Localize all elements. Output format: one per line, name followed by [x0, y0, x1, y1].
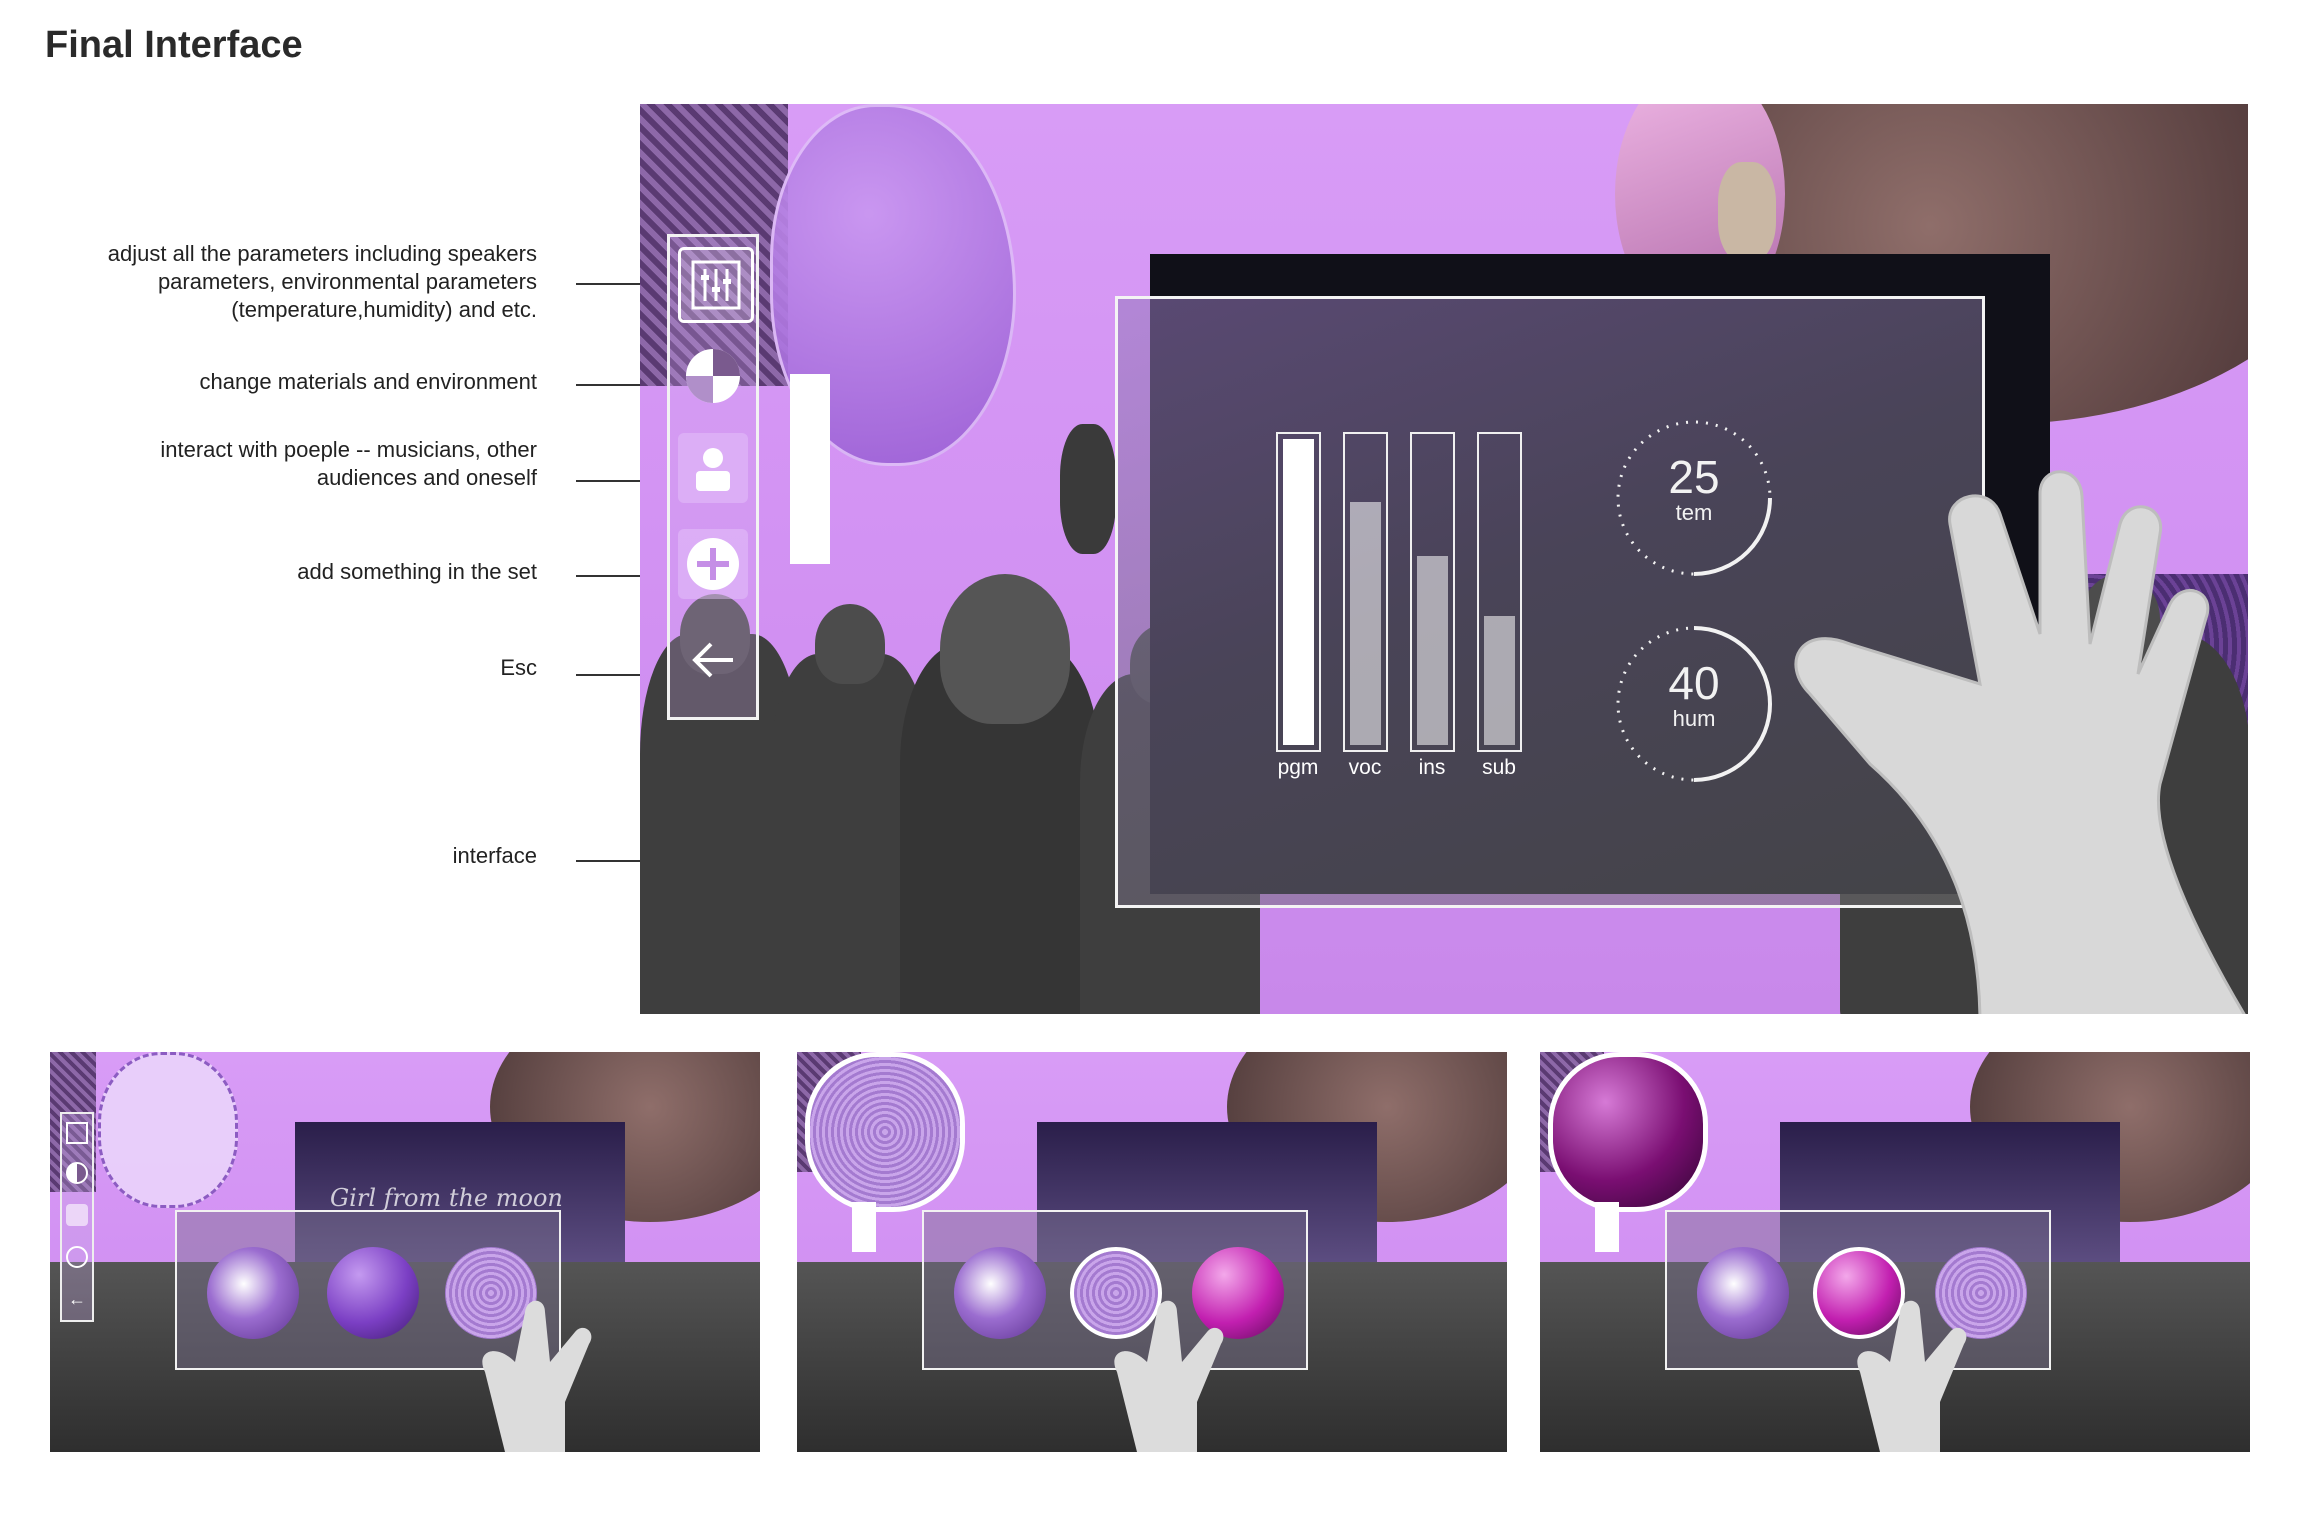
toolbar-mixer-button[interactable] [678, 247, 754, 323]
back-arrow-icon[interactable]: ← [66, 1288, 88, 1310]
annotation-people: interact with poeple -- musicians, other… [160, 437, 537, 490]
channel-slider-voc[interactable] [1343, 432, 1388, 752]
person-icon[interactable] [66, 1204, 88, 1226]
hand-graphic [1794, 470, 2246, 1014]
channel-label: ins [1418, 756, 1446, 779]
screen-caption: Girl from the moon [330, 1184, 563, 1212]
page-title: Final Interface [45, 24, 303, 66]
light-pillar [852, 1202, 876, 1252]
light-pillar [1595, 1202, 1619, 1252]
material-icon [686, 349, 740, 403]
vr-scene-main: pgm voc ins sub 25 tem 40 hum [640, 104, 2248, 1014]
channel-label: pgm [1277, 756, 1319, 779]
person-icon [696, 448, 730, 491]
material-option-marble[interactable] [954, 1247, 1046, 1339]
channel-slider-sub[interactable] [1477, 432, 1522, 752]
material-option-purple-glossy[interactable] [327, 1247, 419, 1339]
add-icon [687, 538, 739, 590]
toolbar-esc-button[interactable] [678, 625, 748, 695]
annotation-add: add something in the set [297, 559, 537, 584]
glass-bubble [98, 1052, 238, 1208]
glossy-bubble [1548, 1052, 1708, 1212]
side-toolbar-mini: ← [60, 1112, 94, 1322]
back-arrow-icon [692, 642, 733, 678]
material-icon[interactable] [66, 1162, 88, 1184]
channel-slider-pgm[interactable] [1276, 432, 1321, 752]
toolbar-material-button[interactable] [678, 341, 748, 411]
channel-label: sub [1482, 756, 1516, 779]
channel-label: voc [1348, 756, 1382, 779]
thumbnail-material-select-2 [797, 1052, 1507, 1452]
toolbar-add-button[interactable] [678, 529, 748, 599]
astronaut-figure [1718, 162, 1776, 262]
side-toolbar [667, 234, 759, 720]
hand-graphic [482, 1300, 592, 1452]
mixer-icon [691, 260, 741, 310]
performer-figure [1060, 424, 1116, 554]
knit-bubble [805, 1052, 965, 1212]
light-pillar [790, 374, 830, 564]
hand-graphic [1114, 1300, 1224, 1452]
thumbnail-material-select-1: Girl from the moon ← [50, 1052, 760, 1452]
material-option-marble[interactable] [1697, 1247, 1789, 1339]
annotation-interface: interface [452, 843, 537, 868]
annotation-materials: change materials and environment [199, 369, 537, 394]
annotation-adjust: adjust all the parameters including spea… [107, 241, 537, 322]
toolbar-people-button[interactable] [678, 433, 748, 503]
mixer-icon[interactable] [66, 1122, 88, 1144]
annotation-esc: Esc [500, 655, 537, 680]
hand-graphic [1857, 1300, 1967, 1452]
material-option-marble[interactable] [207, 1247, 299, 1339]
channel-slider-ins[interactable] [1410, 432, 1455, 752]
add-icon[interactable] [66, 1246, 88, 1268]
thumbnail-material-select-3 [1540, 1052, 2250, 1452]
